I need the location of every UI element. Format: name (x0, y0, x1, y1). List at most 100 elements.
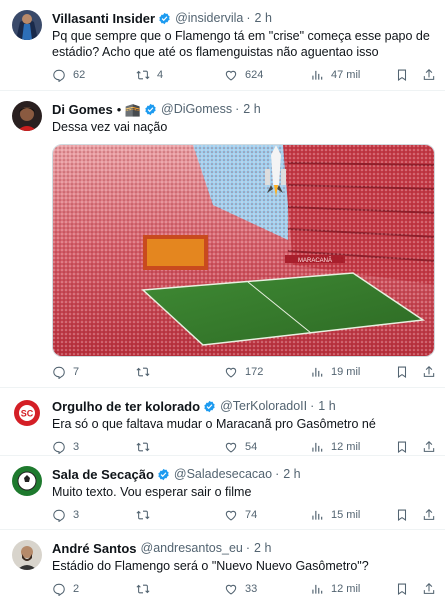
bookmark-button[interactable] (395, 581, 409, 597)
like-button[interactable]: 172 (224, 364, 263, 380)
reply-count: 3 (73, 441, 80, 453)
author-name[interactable]: André Santos (52, 540, 137, 557)
reply-icon (52, 365, 66, 379)
share-button[interactable] (422, 439, 436, 455)
reply-button[interactable]: 7 (52, 364, 79, 380)
retweet-button[interactable]: 4 (136, 67, 163, 83)
bookmark-icon (395, 440, 409, 454)
view-count: 12 mil (331, 441, 361, 453)
avatar[interactable] (12, 101, 42, 131)
share-button[interactable] (422, 581, 436, 597)
reply-count: 7 (73, 366, 80, 378)
share-icon (422, 440, 436, 454)
separator-dot: · (275, 467, 280, 481)
timestamp[interactable]: 2 h (255, 10, 272, 27)
action-bar: 7 172 19 mil (52, 357, 433, 387)
tweet-villasanti[interactable]: Villasanti Insider @insidervila · 2 h Pq… (0, 0, 445, 91)
like-icon (224, 440, 238, 454)
retweet-button[interactable] (136, 364, 157, 380)
action-bar: 3 74 15 mil (52, 500, 433, 530)
bookmark-button[interactable] (395, 439, 409, 455)
verified-badge-icon (203, 400, 216, 413)
bookmark-button[interactable] (395, 364, 409, 380)
separator-dot: · (246, 11, 251, 25)
reply-button[interactable]: 62 (52, 67, 85, 83)
author-name[interactable]: Villasanti Insider (52, 10, 155, 27)
retweet-icon (136, 365, 150, 379)
tweet-sala-de-secacao[interactable]: Sala de Secação @Saladesecacao · 2 h Mui… (0, 456, 445, 530)
retweet-button[interactable] (136, 581, 157, 597)
tweet-text: Pq que sempre que o Flamengo tá em "cris… (52, 29, 430, 59)
like-count: 74 (245, 509, 258, 521)
retweet-icon (136, 68, 150, 82)
views-button[interactable]: 15 mil (310, 507, 360, 523)
share-button[interactable] (422, 67, 436, 83)
like-count: 33 (245, 583, 258, 595)
like-count: 624 (245, 69, 264, 81)
stadium-image: MARACANÃ (53, 145, 434, 356)
share-button[interactable] (422, 507, 436, 523)
share-icon (422, 582, 436, 596)
like-count: 54 (245, 441, 258, 453)
svg-text:SC: SC (21, 409, 34, 419)
share-icon (422, 508, 436, 522)
reply-button[interactable]: 3 (52, 507, 79, 523)
timestamp[interactable]: 2 h (283, 466, 300, 483)
author-handle[interactable]: @DiGomess (161, 101, 232, 118)
like-button[interactable]: 74 (224, 507, 257, 523)
share-icon (422, 365, 436, 379)
retweet-button[interactable] (136, 439, 157, 455)
tweet-text: Dessa vez vai nação (52, 120, 168, 134)
tweet-andre-santos[interactable]: André Santos @andresantos_eu · 2 h Estád… (0, 530, 445, 613)
like-count: 172 (245, 366, 264, 378)
separator-dot: · (245, 541, 251, 555)
views-icon (310, 582, 324, 596)
view-count: 12 mil (331, 583, 361, 595)
author-name[interactable]: Sala de Secação (52, 466, 154, 483)
avatar[interactable] (12, 466, 42, 496)
tweet-di-gomes[interactable]: Di Gomes • 🕋 @DiGomess · 2 h Dessa vez v… (0, 91, 445, 388)
author-handle[interactable]: @insidervila (175, 10, 243, 27)
avatar[interactable] (12, 540, 42, 570)
view-count: 47 mil (331, 69, 361, 81)
author-name[interactable]: Orgulho de ter kolorado (52, 398, 200, 415)
views-button[interactable]: 47 mil (310, 67, 360, 83)
retweet-count: 4 (157, 69, 164, 81)
like-button[interactable]: 624 (224, 67, 263, 83)
reply-count: 62 (73, 69, 86, 81)
author-handle[interactable]: @TerKoloradoII (220, 398, 307, 415)
timestamp[interactable]: 2 h (243, 101, 260, 118)
timestamp[interactable]: 1 h (318, 398, 335, 415)
share-button[interactable] (422, 364, 436, 380)
avatar[interactable]: SC (12, 398, 42, 428)
views-icon (310, 440, 324, 454)
like-button[interactable]: 33 (224, 581, 257, 597)
views-button[interactable]: 12 mil (310, 439, 360, 455)
author-handle[interactable]: @andresantos_eu (141, 540, 243, 557)
name-suffix: • 🕋 (116, 102, 142, 117)
separator-dot: · (235, 102, 240, 116)
avatar[interactable] (12, 10, 42, 40)
bookmark-icon (395, 365, 409, 379)
verified-badge-icon (158, 12, 171, 25)
author-name[interactable]: Di Gomes (52, 101, 113, 118)
reply-count: 3 (73, 509, 80, 521)
tweet-image[interactable]: MARACANÃ (52, 144, 435, 357)
bookmark-button[interactable] (395, 67, 409, 83)
reply-icon (52, 508, 66, 522)
reply-button[interactable]: 2 (52, 581, 79, 597)
retweet-button[interactable] (136, 507, 157, 523)
retweet-icon (136, 440, 150, 454)
tweet-orgulho-kolorado[interactable]: SC Orgulho de ter kolorado @TerKoloradoI… (0, 388, 445, 456)
retweet-icon (136, 582, 150, 596)
author-handle[interactable]: @Saladesecacao (174, 466, 272, 483)
views-button[interactable]: 12 mil (310, 581, 360, 597)
like-icon (224, 365, 238, 379)
reply-button[interactable]: 3 (52, 439, 79, 455)
bookmark-button[interactable] (395, 507, 409, 523)
like-button[interactable]: 54 (224, 439, 257, 455)
like-icon (224, 68, 238, 82)
view-count: 15 mil (331, 509, 361, 521)
timestamp[interactable]: 2 h (254, 540, 271, 557)
views-button[interactable]: 19 mil (310, 364, 360, 380)
